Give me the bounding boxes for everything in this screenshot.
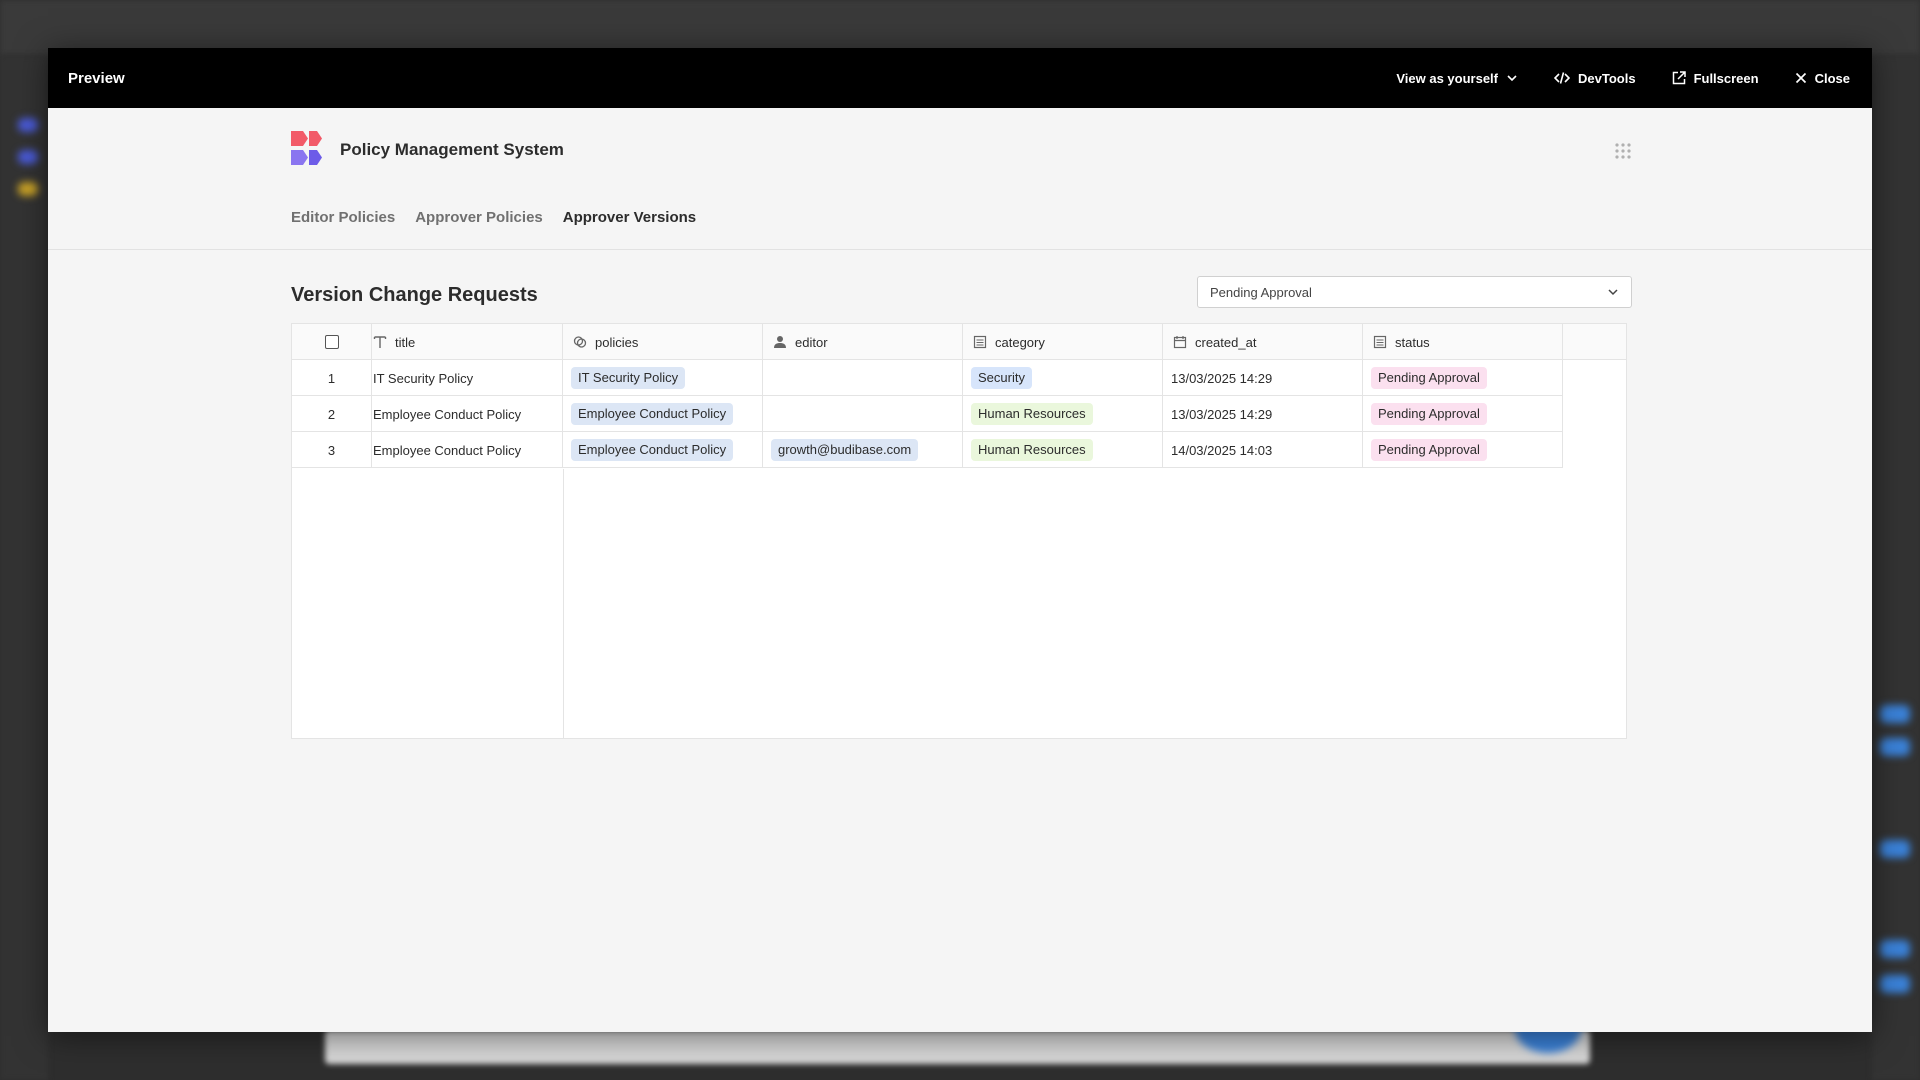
policy-link-pill[interactable]: Employee Conduct Policy [571, 439, 734, 461]
cell-policies[interactable]: IT Security Policy [563, 360, 763, 396]
cell-editor[interactable] [763, 396, 963, 432]
table-row[interactable]: 2 Employee Conduct Policy Employee Condu… [292, 396, 1563, 432]
close-button[interactable]: Close [1795, 71, 1850, 86]
sticky-column-divider [563, 469, 564, 738]
status-pill: Pending Approval [1371, 439, 1487, 461]
table-row[interactable]: 1 IT Security Policy IT Security Policy … [292, 360, 1563, 396]
header-select-all[interactable] [292, 324, 372, 360]
close-label: Close [1814, 70, 1850, 86]
text-icon [373, 336, 387, 348]
preview-modal: Preview View as yourself DevTools Fullsc… [48, 48, 1872, 1032]
cell-status[interactable]: Pending Approval [1363, 360, 1563, 396]
app-header: Policy Management System Editor Policies… [48, 108, 1872, 250]
header-filler [1563, 324, 1626, 359]
column-header-created-at[interactable]: created_at [1163, 324, 1363, 360]
cell-category[interactable]: Human Resources [963, 396, 1163, 432]
options-icon [1373, 335, 1387, 349]
cell-editor[interactable]: growth@budibase.com [763, 432, 963, 468]
app-nav: Editor Policies Approver Policies Approv… [291, 209, 696, 226]
cell-created-at[interactable]: 13/03/2025 14:29 [1163, 396, 1363, 432]
cell-title[interactable]: Employee Conduct Policy [372, 396, 563, 432]
cell-title[interactable]: IT Security Policy [372, 360, 563, 396]
nav-approver-versions[interactable]: Approver Versions [563, 209, 696, 226]
apps-grid-icon[interactable] [1614, 142, 1632, 160]
column-header-editor[interactable]: editor [763, 324, 963, 360]
builder-blur-shape [1880, 705, 1910, 723]
user-icon [774, 336, 786, 348]
row-number: 2 [292, 396, 372, 432]
row-number: 1 [292, 360, 372, 396]
builder-blur-shape [1880, 940, 1910, 958]
builder-blur-shape [1880, 975, 1910, 993]
builder-bottom-shape [325, 1030, 1590, 1064]
column-header-policies[interactable]: policies [563, 324, 763, 360]
builder-blur-shape [1880, 738, 1910, 756]
version-requests-table: title policies editor category created_a… [291, 323, 1627, 739]
column-header-label: editor [795, 334, 828, 350]
fullscreen-button[interactable]: Fullscreen [1672, 71, 1759, 86]
policy-link-pill[interactable]: IT Security Policy [571, 367, 686, 389]
chevron-down-icon [1608, 289, 1618, 296]
column-header-label: status [1395, 334, 1430, 350]
view-as-dropdown[interactable]: View as yourself [1396, 71, 1518, 86]
status-pill: Pending Approval [1371, 367, 1487, 389]
cell-category[interactable]: Human Resources [963, 432, 1163, 468]
calendar-icon [1173, 336, 1187, 349]
fullscreen-label: Fullscreen [1693, 70, 1759, 86]
status-pill: Pending Approval [1371, 403, 1487, 425]
cell-title[interactable]: Employee Conduct Policy [372, 432, 563, 468]
devtools-button[interactable]: DevTools [1554, 71, 1636, 86]
builder-blur-shape [18, 182, 38, 196]
builder-right-panel [1872, 56, 1920, 1080]
column-header-status[interactable]: status [1363, 324, 1563, 360]
status-filter-select[interactable]: Pending Approval [1197, 276, 1632, 308]
app-logo [291, 131, 322, 165]
builder-left-panel [0, 56, 48, 1080]
table-header: title policies editor category created_a… [292, 324, 1626, 360]
nav-approver-policies[interactable]: Approver Policies [415, 209, 543, 226]
row-number: 3 [292, 432, 372, 468]
cell-status[interactable]: Pending Approval [1363, 396, 1563, 432]
builder-blur-shape [18, 118, 38, 132]
column-header-title[interactable]: title [372, 324, 563, 360]
table-row[interactable]: 3 Employee Conduct Policy Employee Condu… [292, 432, 1563, 468]
column-header-label: category [995, 334, 1045, 350]
category-pill: Security [971, 367, 1032, 389]
select-all-checkbox[interactable] [324, 335, 339, 349]
cell-category[interactable]: Security [963, 360, 1163, 396]
column-header-label: policies [595, 334, 639, 350]
column-header-label: title [395, 334, 416, 350]
preview-title: Preview [68, 69, 125, 87]
preview-toolbar: Preview View as yourself DevTools Fullsc… [48, 48, 1872, 108]
cell-editor[interactable] [763, 360, 963, 396]
options-icon [973, 335, 987, 349]
editor-user-pill[interactable]: growth@budibase.com [771, 439, 919, 461]
code-icon [1554, 72, 1570, 84]
builder-blur-shape [18, 150, 38, 164]
page-title: Version Change Requests [291, 284, 538, 306]
cell-created-at[interactable]: 13/03/2025 14:29 [1163, 360, 1363, 396]
link-icon [573, 336, 587, 348]
cell-created-at[interactable]: 14/03/2025 14:03 [1163, 432, 1363, 468]
category-pill: Human Resources [971, 403, 1093, 425]
column-header-label: created_at [1195, 334, 1257, 350]
app-name: Policy Management System [340, 140, 564, 159]
external-link-icon [1672, 71, 1686, 85]
status-filter-value: Pending Approval [1210, 284, 1312, 300]
builder-blur-shape [1880, 840, 1910, 858]
policy-link-pill[interactable]: Employee Conduct Policy [571, 403, 734, 425]
cell-policies[interactable]: Employee Conduct Policy [563, 396, 763, 432]
nav-editor-policies[interactable]: Editor Policies [291, 209, 395, 226]
devtools-label: DevTools [1578, 70, 1636, 86]
chevron-down-icon [1507, 75, 1517, 82]
close-icon [1795, 72, 1806, 84]
cell-status[interactable]: Pending Approval [1363, 432, 1563, 468]
cell-policies[interactable]: Employee Conduct Policy [563, 432, 763, 468]
category-pill: Human Resources [971, 439, 1093, 461]
view-as-label: View as yourself [1396, 70, 1498, 86]
column-header-category[interactable]: category [963, 324, 1163, 360]
